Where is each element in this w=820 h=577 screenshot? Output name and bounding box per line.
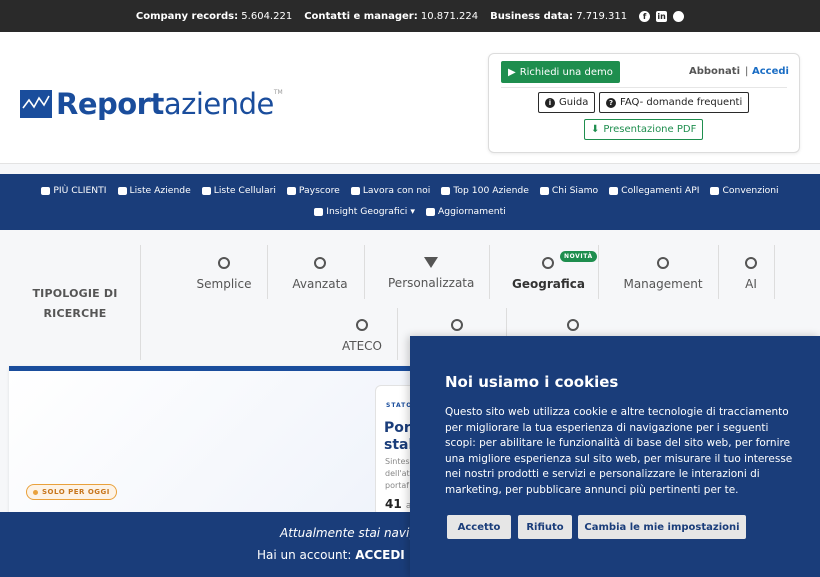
- location-arrow-icon: [451, 319, 463, 331]
- richiedi-demo-button[interactable]: ▶ Richiedi una demo: [501, 61, 620, 83]
- divider: [598, 245, 599, 299]
- linkedin-icon[interactable]: in: [656, 10, 668, 22]
- logo-chart-icon: [20, 90, 52, 118]
- new-badge: NOVITÀ: [560, 251, 597, 262]
- change-settings-button[interactable]: Cambia le mie impostazioni: [578, 515, 746, 539]
- tab-avanzata[interactable]: Avanzata: [290, 257, 350, 291]
- download-icon: ⬇: [591, 124, 600, 135]
- filter-icon: [424, 257, 438, 268]
- tab-geografica[interactable]: Geografica: [512, 257, 585, 291]
- company-records-stat: Company records: 5.604.221: [135, 10, 293, 22]
- nav-aggiornamenti[interactable]: Aggiornamenti: [425, 206, 506, 217]
- site-header: Reportaziende TM ▶ Richiedi una demo Abb…: [0, 32, 820, 164]
- phone-icon: [201, 186, 211, 195]
- map-icon: [314, 207, 324, 216]
- presentazione-pdf-button[interactable]: ⬇ Presentazione PDF: [584, 119, 704, 140]
- divider: [501, 87, 787, 88]
- divider: [397, 308, 398, 360]
- nav-collegamenti-api[interactable]: Collegamenti API: [609, 185, 699, 196]
- business-data-stat: Business data: 7.719.311: [490, 10, 628, 22]
- divider: [673, 10, 685, 22]
- header-actions-box: ▶ Richiedi una demo Abbonati | Accedi i …: [488, 53, 800, 153]
- users-icon: [41, 186, 51, 195]
- divider: [364, 245, 365, 299]
- nav-chi-siamo[interactable]: Chi Siamo: [539, 185, 598, 196]
- caret-down-icon: ▾: [410, 206, 415, 217]
- accedi-link[interactable]: Accedi: [752, 66, 789, 77]
- navigation-status-text: Attualmente stai navig: [280, 526, 417, 540]
- nav-convenzioni[interactable]: Convenzioni: [710, 185, 779, 196]
- cookie-banner: Noi usiamo i cookies Questo sito web uti…: [410, 336, 820, 577]
- divider: [267, 245, 268, 299]
- facebook-icon[interactable]: f: [639, 10, 651, 22]
- search-icon: [218, 257, 230, 269]
- tab-management[interactable]: Management: [622, 257, 704, 291]
- divider: |: [745, 66, 749, 77]
- nav-insight-geografici[interactable]: Insight Geografici ▾: [314, 206, 415, 217]
- reject-cookies-button[interactable]: Rifiuto: [518, 515, 572, 539]
- handshake-icon: [710, 186, 720, 195]
- main-nav: PIÙ CLIENTI Liste Aziende Liste Cellular…: [0, 174, 820, 230]
- nav-liste-aziende[interactable]: Liste Aziende: [117, 185, 191, 196]
- accedi-link-bottom[interactable]: ACCEDI: [355, 548, 405, 562]
- question-icon: ?: [606, 97, 616, 108]
- solo-per-oggi-badge: SOLO PER OGGI: [26, 484, 117, 500]
- abbonati-link[interactable]: Abbonati: [689, 66, 740, 77]
- nav-piu-clienti[interactable]: PIÙ CLIENTI: [41, 185, 107, 196]
- tags-icon: [567, 319, 579, 331]
- search-user-icon: [657, 257, 669, 269]
- nav-liste-cellulari[interactable]: Liste Cellulari: [201, 185, 276, 196]
- divider: [774, 245, 775, 299]
- contatti-stat: Contatti e manager: 10.871.224: [304, 10, 479, 22]
- divider: [718, 245, 719, 299]
- cookie-text: Questo sito web utilizza cookie e altre …: [445, 406, 793, 496]
- logo-trademark: TM: [273, 89, 283, 96]
- chart-icon: [441, 186, 451, 195]
- tab-personalizzata[interactable]: Personalizzata: [388, 257, 474, 290]
- nav-top-100[interactable]: Top 100 Aziende: [441, 185, 529, 196]
- nav-payscore[interactable]: Payscore: [286, 185, 340, 196]
- search-ai-icon: [745, 257, 757, 269]
- divider: [140, 245, 141, 360]
- sitemap-icon: [286, 186, 296, 195]
- briefcase-icon: [350, 186, 360, 195]
- search-plus-icon: [314, 257, 326, 269]
- link-icon: [609, 186, 619, 195]
- update-icon: [425, 207, 435, 216]
- building-icon: [117, 186, 127, 195]
- info-icon: i: [545, 97, 555, 108]
- cookie-title: Noi usiamo i cookies: [445, 373, 619, 391]
- hero-banner: SOLO PER OGGI STATO Port stab Sintesi dell…: [9, 366, 435, 526]
- faq-button[interactable]: ? FAQ- domande frequenti: [599, 92, 750, 113]
- nav-lavora-con-noi[interactable]: Lavora con noi: [350, 185, 430, 196]
- search-types-title: TIPOLOGIE DI RICERCHE: [32, 287, 118, 320]
- account-prompt: Hai un account: ACCEDI | V: [257, 548, 425, 562]
- accept-cookies-button[interactable]: Accetto: [447, 515, 511, 539]
- map-icon: [542, 257, 554, 269]
- top-stats-bar: Company records: 5.604.221 Contatti e ma…: [0, 0, 820, 32]
- reportaziende-logo[interactable]: Reportaziende TM: [20, 87, 283, 121]
- layers-icon: [356, 319, 368, 331]
- divider: [489, 245, 490, 299]
- tab-semplice[interactable]: Semplice: [195, 257, 253, 291]
- logo-text-bold: Report: [56, 87, 164, 121]
- building-icon: [539, 186, 549, 195]
- play-icon: ▶: [508, 66, 516, 78]
- tab-ai[interactable]: AI: [738, 257, 764, 291]
- guida-button[interactable]: i Guida: [538, 92, 596, 113]
- logo-text-light: aziende: [163, 87, 275, 121]
- tab-ateco[interactable]: ATECO: [338, 319, 386, 353]
